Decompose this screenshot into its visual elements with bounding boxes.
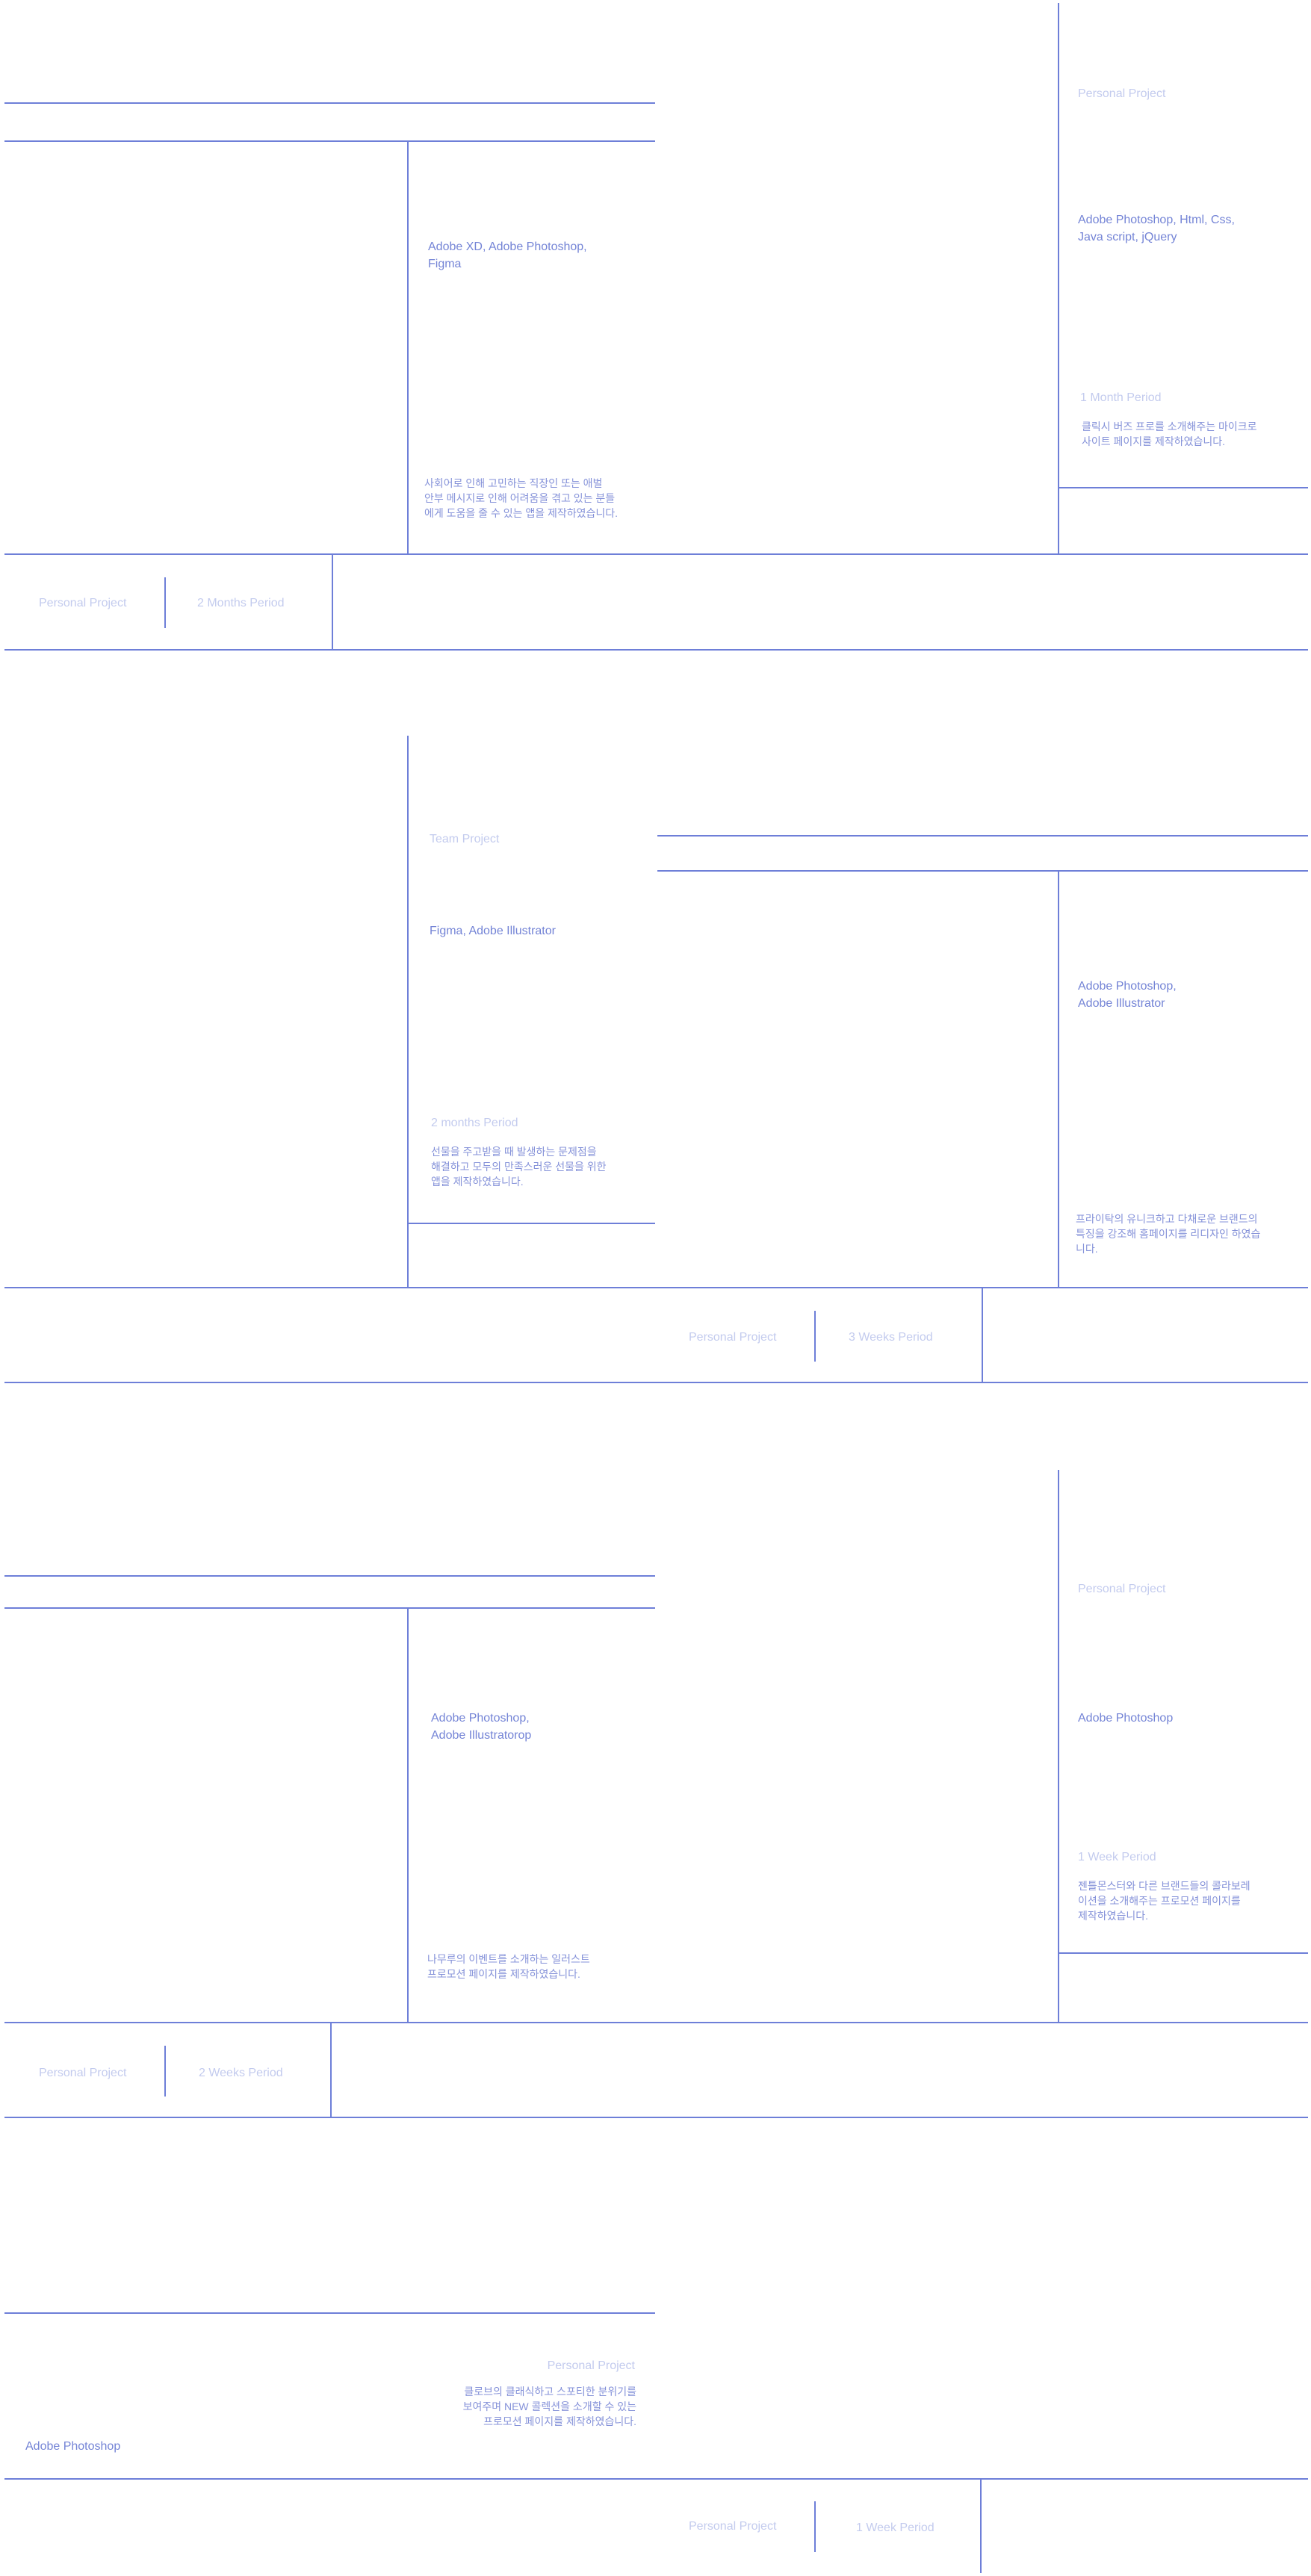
project-period: 3 Weeks Period — [849, 1331, 933, 1344]
divider-line — [657, 870, 1308, 872]
divider-line — [1058, 1952, 1308, 1954]
project-description: 프라이탁의 유니크하고 다채로운 브랜드의 특징을 강조해 홈페이지를 리디자인… — [1076, 1213, 1261, 1255]
divider-line — [4, 553, 1308, 555]
project-type: Team Project — [430, 833, 500, 845]
divider-line — [332, 555, 333, 651]
divider-line — [1058, 487, 1308, 488]
project-type: Personal Project — [1078, 1583, 1166, 1595]
divider-line — [4, 1382, 1308, 1383]
divider-line — [164, 577, 166, 628]
divider-line — [4, 102, 655, 104]
divider-line — [4, 1287, 1308, 1288]
project-tools: Adobe Photoshop — [25, 2440, 121, 2453]
project-description: 사회어로 인해 고민하는 직장인 또는 애벌 안부 메시지로 인해 어려움을 겪… — [424, 477, 619, 519]
project-description: 클로브의 클래식하고 스포티한 분위기를 보여주며 NEW 콜렉션을 소개할 수… — [462, 2386, 636, 2427]
divider-line — [407, 1223, 655, 1224]
divider-line — [814, 1311, 816, 1362]
project-type: Personal Project — [39, 597, 127, 609]
project-type: Personal Project — [1078, 87, 1166, 100]
divider-line — [407, 140, 409, 555]
divider-line — [657, 835, 1308, 837]
divider-line — [982, 1288, 983, 1383]
project-tools: Figma, Adobe Illustrator — [430, 925, 556, 937]
project-tools: Adobe XD, Adobe Photoshop, Figma — [428, 240, 587, 270]
project-tools: Adobe Photoshop, Html, Css, Java script,… — [1078, 214, 1235, 243]
project-type: Personal Project — [689, 2520, 777, 2533]
project-period: 1 Week Period — [1078, 1851, 1156, 1863]
portfolio-project-grid: Adobe XD, Adobe Photoshop, Figma 사회어로 인해… — [0, 0, 1311, 2576]
project-tools: Adobe Photoshop, Adobe Illustratorop — [431, 1712, 532, 1742]
divider-line — [4, 140, 655, 142]
project-period: 2 months Period — [431, 1117, 518, 1129]
divider-line — [4, 649, 1308, 651]
divider-line — [330, 2023, 332, 2118]
divider-line — [4, 2312, 655, 2314]
project-tools: Adobe Photoshop — [1078, 1712, 1174, 1725]
project-description: 젠틀몬스터와 다른 브랜드들의 콜라보레 이션을 소개해주는 프로모션 페이지를… — [1078, 1880, 1250, 1922]
project-type: Personal Project — [689, 1331, 777, 1344]
project-period: 1 Week Period — [856, 2521, 935, 2534]
divider-line — [407, 736, 409, 1288]
divider-line — [4, 2478, 1308, 2480]
divider-line — [407, 1607, 409, 2023]
divider-line — [4, 2117, 1308, 2118]
divider-line — [980, 2480, 982, 2573]
divider-line — [814, 2501, 816, 2552]
project-type: Personal Project — [39, 2067, 127, 2079]
divider-line — [4, 1607, 655, 1609]
divider-line — [4, 2022, 1308, 2023]
project-description: 선물을 주고받을 때 발생하는 문제점을 해결하고 모두의 만족스러운 선물을 … — [431, 1146, 607, 1188]
project-description: 나무루의 이벤트를 소개하는 일러스트 프로모션 페이지를 제작하였습니다. — [427, 1953, 590, 1980]
divider-line — [1058, 870, 1059, 1288]
divider-line — [164, 2046, 166, 2097]
divider-line — [4, 1575, 655, 1577]
divider-line — [1058, 3, 1059, 555]
divider-line — [1058, 1470, 1059, 2023]
project-period: 2 Months Period — [197, 597, 285, 609]
project-tools: Adobe Photoshop, Adobe Illustrator — [1078, 980, 1177, 1010]
project-description: 클릭시 버즈 프로를 소개해주는 마이크로 사이트 페이지를 제작하였습니다. — [1082, 420, 1257, 447]
project-period: 2 Weeks Period — [199, 2067, 283, 2079]
project-type: Personal Project — [547, 2359, 635, 2372]
project-period: 1 Month Period — [1080, 391, 1162, 404]
